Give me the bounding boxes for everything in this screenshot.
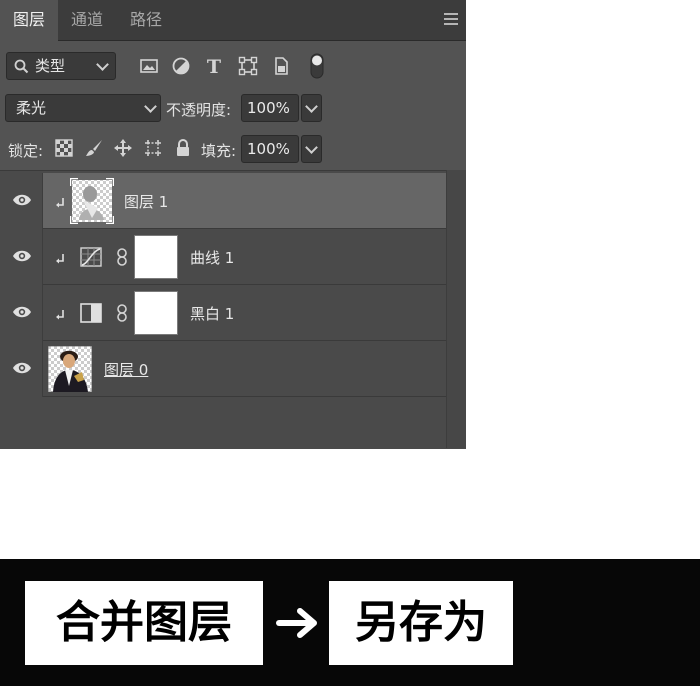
layer-thumbnail-bw-portrait bbox=[70, 178, 114, 224]
chevron-down-icon bbox=[305, 100, 318, 113]
tab-layers[interactable]: 图层 bbox=[0, 0, 58, 41]
curves-adjustment-icon[interactable] bbox=[80, 247, 102, 267]
visibility-column bbox=[0, 285, 43, 341]
lock-label: 锁定: bbox=[8, 142, 44, 160]
eye-icon[interactable] bbox=[12, 193, 32, 207]
step-save-as: 另存为 bbox=[329, 581, 513, 665]
blend-mode-select[interactable]: 柔光 bbox=[5, 94, 161, 122]
layer-row[interactable]: 曲线 1 bbox=[0, 229, 466, 285]
layer-name[interactable]: 曲线 1 bbox=[190, 247, 234, 268]
instruction-banner: 合并图层 另存为 bbox=[0, 559, 700, 686]
row-background bbox=[43, 285, 446, 341]
lock-artboard-icon[interactable] bbox=[143, 138, 163, 158]
step-merge-layers: 合并图层 bbox=[25, 581, 263, 665]
lock-transparent-pixels-icon[interactable] bbox=[54, 138, 74, 158]
tab-paths[interactable]: 路径 bbox=[116, 0, 176, 40]
layer-row[interactable]: 图层 1 bbox=[0, 173, 466, 229]
lock-image-pixels-icon[interactable] bbox=[84, 138, 104, 158]
arrow-right-icon bbox=[276, 608, 317, 638]
clipping-arrow-icon bbox=[56, 254, 64, 264]
layers-panel: 图层 通道 路径 类型 T 柔光 不透明度: 100% 锁定: 填充: 100%… bbox=[0, 0, 466, 449]
filter-kind-label: 类型 bbox=[35, 57, 66, 75]
layer-name[interactable]: 图层 1 bbox=[124, 191, 168, 212]
layer-mask-thumbnail[interactable] bbox=[134, 291, 178, 335]
mask-link-icon[interactable] bbox=[116, 304, 128, 322]
filter-shape-icon[interactable] bbox=[237, 55, 259, 77]
fill-dropdown-button[interactable] bbox=[301, 135, 322, 163]
lock-all-icon[interactable] bbox=[173, 138, 193, 158]
eye-icon[interactable] bbox=[12, 305, 32, 319]
chevron-down-icon bbox=[305, 141, 318, 154]
clipping-arrow-icon bbox=[56, 198, 64, 208]
layer-filter-select[interactable]: 类型 bbox=[6, 52, 116, 80]
panel-tab-bar: 图层 通道 路径 bbox=[0, 0, 466, 41]
row-background bbox=[43, 229, 446, 285]
chevron-down-icon bbox=[96, 58, 109, 71]
search-icon bbox=[14, 59, 29, 74]
lock-position-move-icon[interactable] bbox=[113, 138, 133, 158]
chevron-down-icon bbox=[144, 100, 157, 113]
opacity-input[interactable]: 100% bbox=[241, 94, 299, 122]
black-white-adjustment-icon[interactable] bbox=[80, 303, 102, 323]
visibility-column bbox=[0, 341, 43, 397]
layer-row[interactable]: 黑白 1 bbox=[0, 285, 466, 341]
panel-menu-icon[interactable] bbox=[444, 13, 458, 25]
layer-name[interactable]: 黑白 1 bbox=[190, 303, 234, 324]
layer-row[interactable]: 图层 0 bbox=[0, 341, 466, 397]
layer-list: 图层 1 曲线 1 黑白 1 图层 0 bbox=[0, 170, 466, 449]
layer-thumbnail-color-portrait bbox=[48, 346, 92, 392]
filter-pixel-image-icon[interactable] bbox=[138, 55, 160, 77]
filter-adjustment-icon[interactable] bbox=[170, 55, 192, 77]
blend-mode-value: 柔光 bbox=[16, 99, 47, 117]
clipping-arrow-icon bbox=[56, 310, 64, 320]
fill-label: 填充: bbox=[201, 142, 237, 160]
eye-icon[interactable] bbox=[12, 249, 32, 263]
visibility-column bbox=[0, 173, 43, 229]
tab-channels[interactable]: 通道 bbox=[58, 0, 116, 40]
filter-smart-object-icon[interactable] bbox=[270, 55, 292, 77]
fill-input[interactable]: 100% bbox=[241, 135, 299, 163]
opacity-dropdown-button[interactable] bbox=[301, 94, 322, 122]
opacity-label: 不透明度: bbox=[166, 101, 232, 119]
filter-type-icon[interactable]: T bbox=[203, 55, 225, 77]
mask-link-icon[interactable] bbox=[116, 248, 128, 266]
svg-text:T: T bbox=[207, 56, 221, 77]
layer-name[interactable]: 图层 0 bbox=[104, 359, 148, 380]
layer-mask-thumbnail[interactable] bbox=[134, 235, 178, 279]
filter-toggle-switch[interactable] bbox=[308, 52, 326, 80]
layer-list-scrollbar[interactable] bbox=[446, 170, 466, 448]
visibility-column bbox=[0, 229, 43, 285]
eye-icon[interactable] bbox=[12, 361, 32, 375]
